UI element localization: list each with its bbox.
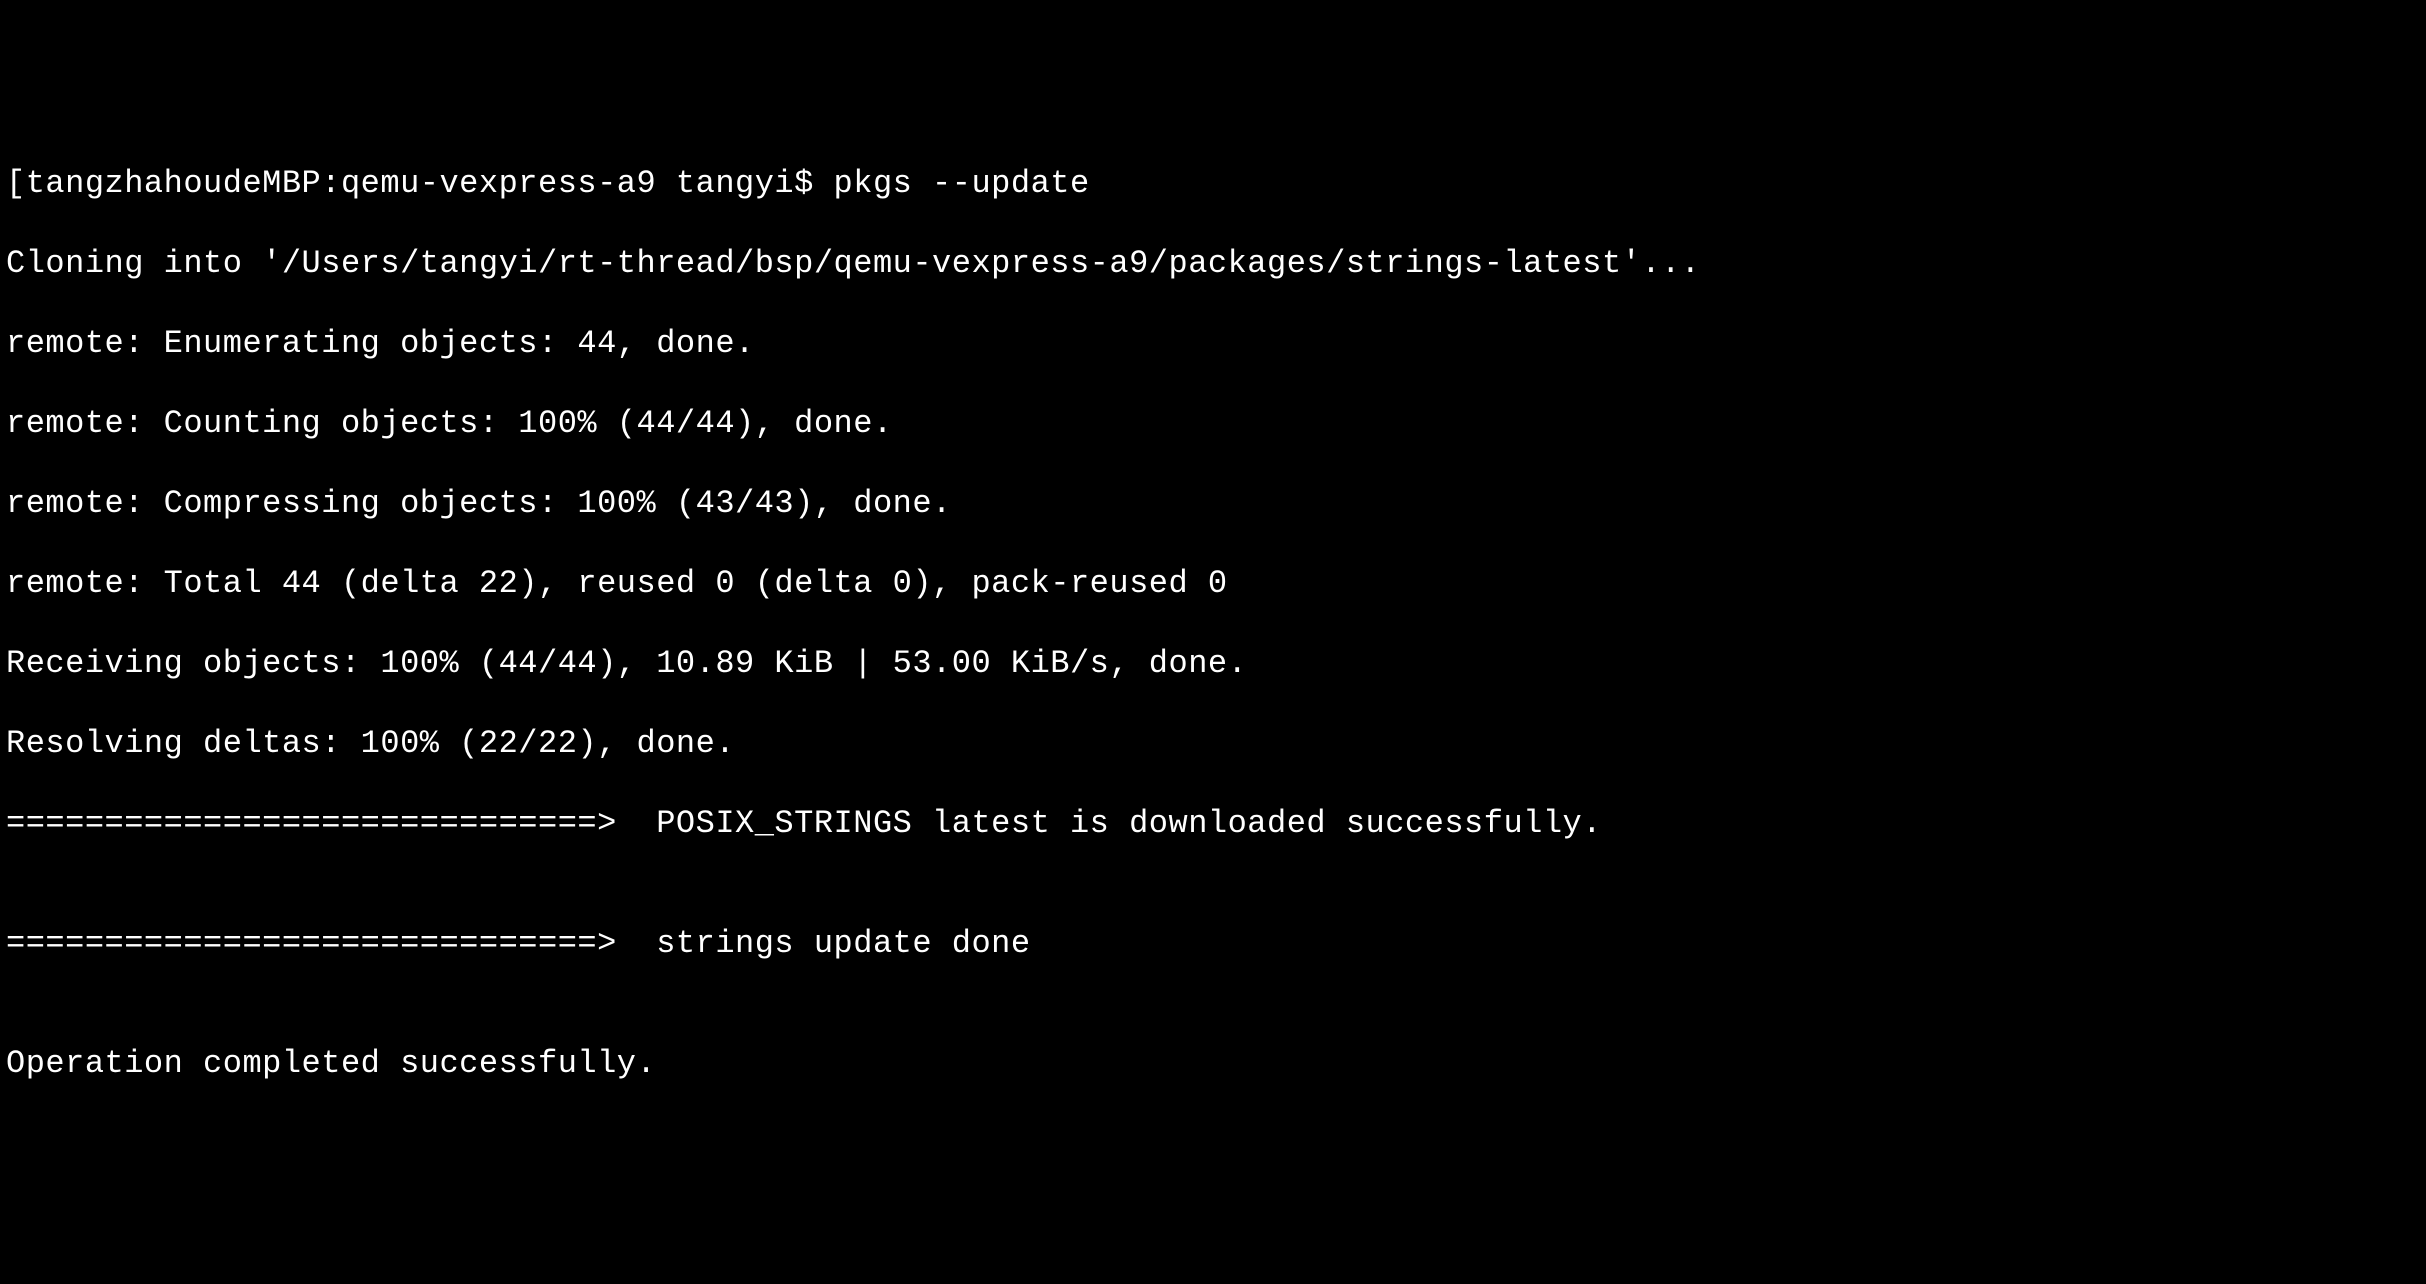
- terminal-output-line: remote: Compressing objects: 100% (43/43…: [6, 484, 2420, 524]
- terminal-output-line: remote: Enumerating objects: 44, done.: [6, 324, 2420, 364]
- terminal-output-line: remote: Total 44 (delta 22), reused 0 (d…: [6, 564, 2420, 604]
- terminal-output-line: ==============================> POSIX_ST…: [6, 804, 2420, 844]
- terminal-output-line: Operation completed successfully.: [6, 1044, 2420, 1084]
- terminal-output-line: Receiving objects: 100% (44/44), 10.89 K…: [6, 644, 2420, 684]
- terminal-output-line: ==============================> strings …: [6, 924, 2420, 964]
- terminal-output-line: remote: Counting objects: 100% (44/44), …: [6, 404, 2420, 444]
- terminal-output-line: Resolving deltas: 100% (22/22), done.: [6, 724, 2420, 764]
- terminal-prompt-line[interactable]: [tangzhahoudeMBP:qemu-vexpress-a9 tangyi…: [6, 164, 2420, 204]
- terminal-output-line: Cloning into '/Users/tangyi/rt-thread/bs…: [6, 244, 2420, 284]
